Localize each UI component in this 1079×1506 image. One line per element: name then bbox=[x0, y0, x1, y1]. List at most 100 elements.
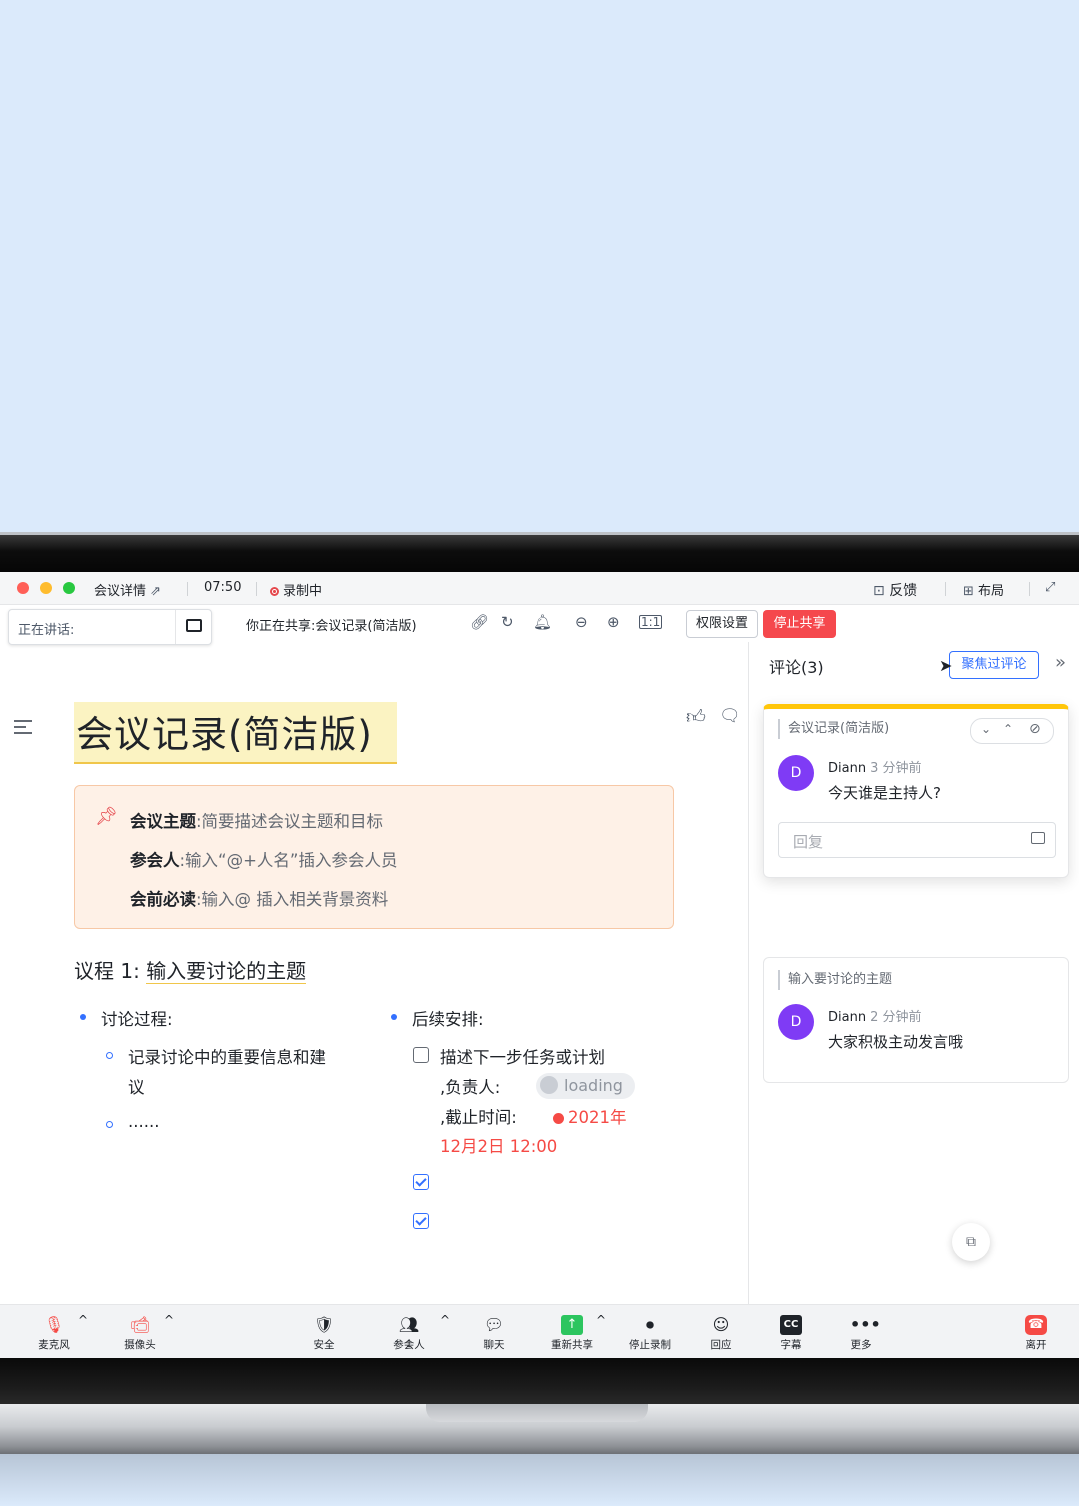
participants-label: 参会人 bbox=[393, 1339, 425, 1351]
callout-topic: 会议主题:简要描述会议主题和目标 bbox=[130, 808, 383, 832]
maximize-window-button[interactable] bbox=[63, 582, 75, 594]
focus-comments-button[interactable]: 聚焦过评论 bbox=[949, 651, 1039, 679]
agenda-topic: 输入要讨论的主题 bbox=[146, 959, 307, 984]
camera-options-caret-icon[interactable]: ^ bbox=[164, 1313, 174, 1327]
camera-off-icon: 📹︎ bbox=[129, 1315, 151, 1334]
task-checkbox[interactable] bbox=[413, 1047, 429, 1063]
close-window-button[interactable] bbox=[17, 582, 29, 594]
copy-link-icon[interactable]: ⧉ bbox=[952, 1223, 990, 1261]
chat-button[interactable]: 💬︎ 聊天 bbox=[464, 1305, 524, 1358]
participants-button[interactable]: 👥︎1 参会人 bbox=[379, 1305, 439, 1358]
chat-label: 聊天 bbox=[483, 1339, 505, 1351]
comment-time: 2 分钟前 bbox=[870, 1010, 922, 1025]
meeting-details-link[interactable]: 会议详情 ⇗ bbox=[94, 580, 161, 599]
pin-icon: 📌︎ bbox=[95, 806, 118, 827]
stop-recording-label: 停止录制 bbox=[629, 1339, 671, 1351]
task-deadline-label: ,截止时间: bbox=[440, 1108, 517, 1127]
meeting-details-label: 会议详情 bbox=[94, 584, 147, 599]
like-icon[interactable]: 👍︎ bbox=[686, 708, 706, 727]
camera-button[interactable]: 📹︎ 摄像头 bbox=[110, 1305, 170, 1358]
stop-sharing-button[interactable]: 停止共享 bbox=[763, 610, 836, 638]
reactions-button[interactable]: ☺ 回应 bbox=[691, 1305, 751, 1358]
task-checkbox-checked[interactable] bbox=[413, 1174, 429, 1190]
task-owner-value: loading bbox=[564, 1076, 623, 1095]
comment-icon[interactable]: 🗨︎ bbox=[719, 708, 741, 725]
more-label: 更多 bbox=[850, 1339, 872, 1351]
attendees-value: :输入“@+人名”插入参会人员 bbox=[179, 851, 398, 870]
participants-icon: 👥︎1 bbox=[398, 1315, 420, 1350]
sub-bullet-icon bbox=[106, 1052, 113, 1059]
chevron-down-icon[interactable]: ⌄ bbox=[981, 722, 991, 736]
reply-placeholder: 回复 bbox=[793, 833, 824, 851]
security-button[interactable]: 🛡︎ 安全 bbox=[294, 1305, 354, 1358]
task-checkbox-checked[interactable] bbox=[413, 1213, 429, 1229]
reply-input[interactable]: 回复 bbox=[778, 822, 1056, 858]
thread-nav: ⌄ ⌃ ⊘ bbox=[970, 718, 1054, 744]
speaking-label: 正在讲话: bbox=[18, 623, 75, 638]
task-deadline-year[interactable]: 2021年 bbox=[553, 1104, 627, 1128]
refresh-icon[interactable]: ↻ bbox=[501, 615, 514, 630]
mic-muted-icon: 🎙︎ bbox=[43, 1315, 65, 1334]
captions-label: 字幕 bbox=[780, 1339, 802, 1351]
participants-options-caret-icon[interactable]: ^ bbox=[440, 1313, 450, 1327]
permission-settings-button[interactable]: 权限设置 bbox=[686, 610, 758, 638]
emoji-icon: ☺ bbox=[712, 1315, 730, 1334]
collapse-panel-icon[interactable]: » bbox=[1055, 652, 1066, 673]
task-owner-mention[interactable]: loading bbox=[536, 1073, 635, 1099]
divider bbox=[187, 582, 188, 596]
bell-icon[interactable]: 🔔︎ bbox=[533, 615, 552, 630]
divider bbox=[256, 582, 257, 596]
comment-text: 大家积极主动发言哦 bbox=[828, 1033, 964, 1051]
attendees-label: 参会人 bbox=[130, 851, 180, 870]
fullscreen-icon[interactable]: ⤢ bbox=[1045, 580, 1055, 595]
topic-value: :简要描述会议主题和目标 bbox=[196, 812, 384, 831]
meeting-toolbar: 🎙︎ 麦克风 ^ 📹︎ 摄像头 ^ 🛡︎ 安全 👥︎1 参会人 ^ 💬︎ 聊天 ↑ 重新共享… bbox=[0, 1304, 1079, 1358]
record-icon bbox=[270, 587, 279, 596]
agenda-prefix: 议程 1: bbox=[74, 959, 140, 983]
image-icon[interactable] bbox=[1031, 832, 1045, 844]
chevron-up-icon[interactable]: ⌃ bbox=[1003, 722, 1013, 736]
zoom-out-icon[interactable]: ⊖ bbox=[575, 615, 588, 630]
mic-options-caret-icon[interactable]: ^ bbox=[78, 1313, 88, 1327]
recording-label: 录制中 bbox=[283, 584, 323, 599]
comments-title: 评论(3) bbox=[769, 658, 824, 677]
comment-thread[interactable]: 输入要讨论的主题 D Diann 2 分钟前 大家积极主动发言哦 bbox=[763, 957, 1069, 1083]
feedback-icon: ⊡ bbox=[873, 583, 885, 599]
task-owner-label: ,负责人: bbox=[440, 1078, 501, 1097]
more-icon: ••• bbox=[850, 1315, 881, 1334]
topic-label: 会议主题 bbox=[130, 812, 196, 831]
reshare-label: 重新共享 bbox=[551, 1339, 593, 1351]
comment-thread[interactable]: 会议记录(简洁版) ⌄ ⌃ ⊘ D Diann 3 分钟前 今天谁是主持人? 回复 bbox=[763, 704, 1069, 878]
share-icon: ⇗ bbox=[150, 584, 162, 599]
title-bar: 会议详情 ⇗ 07:50 录制中 ⊡ 反馈 ⊞ 布局 ⤢ bbox=[0, 572, 1079, 605]
comment-author: Diann 3 分钟前 bbox=[828, 757, 921, 776]
callout-attendees: 参会人:输入“@+人名”插入参会人员 bbox=[130, 847, 397, 871]
captions-button[interactable]: CC 字幕 bbox=[761, 1305, 821, 1358]
resolve-check-icon[interactable]: ⊘ bbox=[1029, 721, 1041, 737]
mic-button[interactable]: 🎙︎ 麦克风 bbox=[24, 1305, 84, 1358]
camera-label: 摄像头 bbox=[124, 1339, 156, 1351]
stop-recording-button[interactable]: ⏺︎ 停止录制 bbox=[620, 1305, 680, 1358]
video-view-icon[interactable] bbox=[186, 619, 202, 632]
laptop-bezel-bottom bbox=[0, 1358, 1079, 1406]
followup-heading: 后续安排: bbox=[412, 1010, 484, 1029]
deadline-year-text: 2021年 bbox=[568, 1108, 627, 1127]
share-screen-icon: ↑ bbox=[561, 1315, 583, 1335]
layout-button[interactable]: ⊞ 布局 bbox=[963, 580, 1004, 599]
more-button[interactable]: ••• 更多 bbox=[831, 1305, 891, 1358]
zoom-in-icon[interactable]: ⊕ bbox=[607, 615, 620, 630]
prereading-value: :输入@ 插入相关背景资料 bbox=[196, 890, 389, 909]
link-icon[interactable]: 🔗︎ bbox=[470, 615, 489, 630]
reshare-button[interactable]: ↑ 重新共享 bbox=[542, 1305, 602, 1358]
task-deadline-date[interactable]: 12月2日 12:00 bbox=[440, 1133, 557, 1157]
share-options-caret-icon[interactable]: ^ bbox=[596, 1313, 606, 1327]
feedback-button[interactable]: ⊡ 反馈 bbox=[873, 580, 917, 600]
author-name: Diann bbox=[828, 761, 867, 776]
leave-button[interactable]: ☎ 离开 bbox=[1006, 1305, 1066, 1358]
avatar: D bbox=[778, 755, 814, 791]
outline-icon[interactable] bbox=[14, 720, 32, 734]
actual-size-icon[interactable]: 1:1 bbox=[639, 615, 663, 629]
mic-label: 麦克风 bbox=[38, 1339, 70, 1351]
recording-status[interactable]: 录制中 bbox=[270, 580, 322, 599]
minimize-window-button[interactable] bbox=[40, 582, 52, 594]
